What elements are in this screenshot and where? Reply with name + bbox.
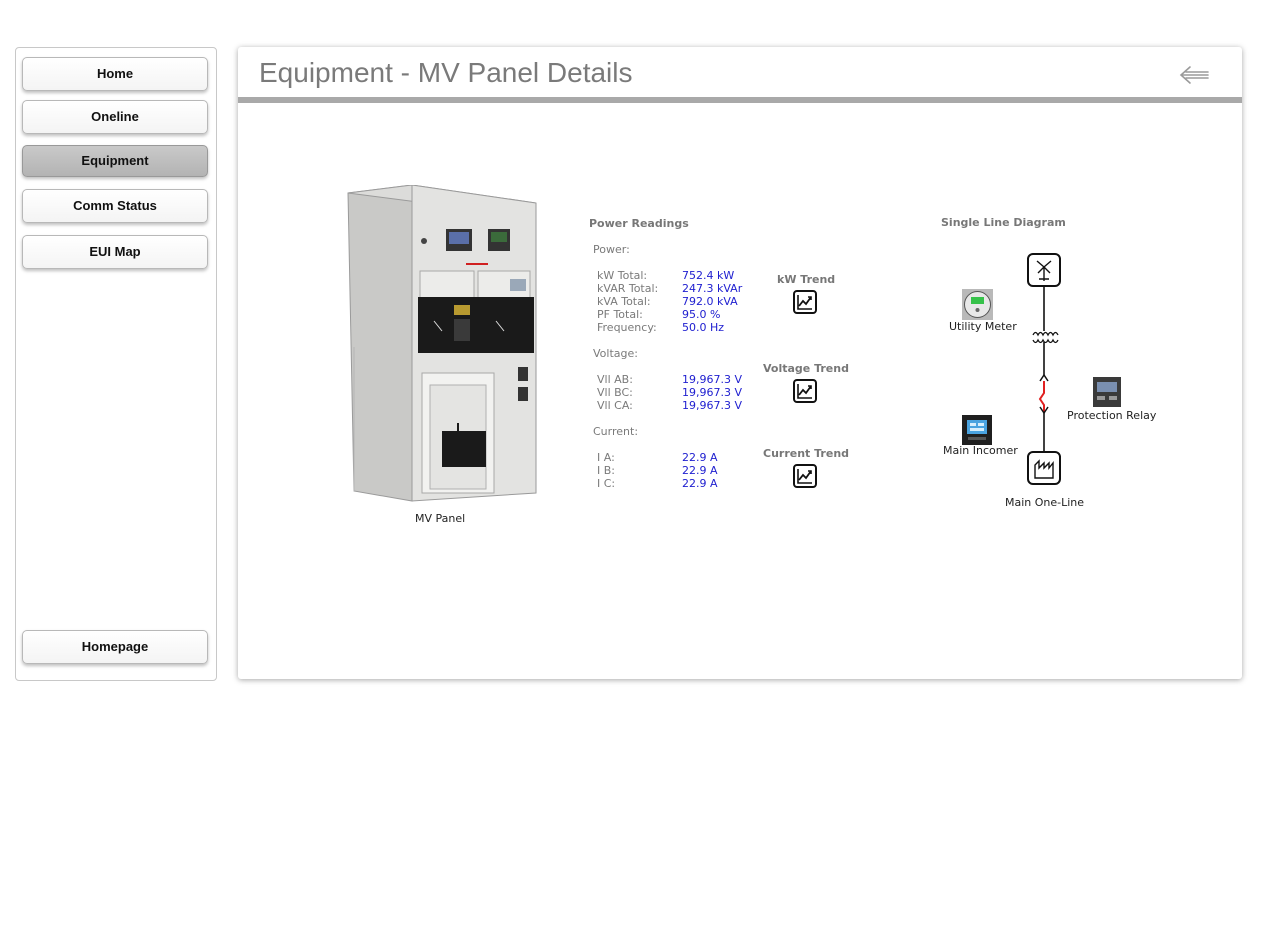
vll-ab-label: Vll AB:: [597, 373, 633, 386]
main-incomer-label: Main Incomer: [943, 444, 1018, 457]
current-a-value: 22.9 A: [682, 451, 718, 464]
kvar-total-label: kVAR Total:: [597, 282, 659, 295]
frequency-value: 50.0 Hz: [682, 321, 725, 334]
voltage-heading: Voltage:: [593, 347, 638, 360]
mv-panel-image[interactable]: [346, 184, 538, 503]
sidebar-nav: Home Oneline Equipment Comm Status EUI M…: [15, 47, 217, 681]
kw-trend-chart-icon[interactable]: [793, 290, 817, 314]
single-line-diagram: [1008, 247, 1082, 491]
utility-meter-label: Utility Meter: [949, 320, 1017, 333]
voltage-trend-label: Voltage Trend: [763, 362, 849, 375]
current-b-label: I B:: [597, 464, 615, 477]
title-divider: [238, 97, 1242, 103]
utility-meter-icon[interactable]: [962, 289, 993, 320]
current-trend-chart-icon[interactable]: [793, 464, 817, 488]
main-one-line-label[interactable]: Main One-Line: [1005, 496, 1084, 509]
kw-trend-label: kW Trend: [777, 273, 836, 286]
page-title: Equipment - MV Panel Details: [259, 57, 633, 88]
vll-ca-value: 19,967.3 V: [682, 399, 743, 412]
power-readings-title: Power Readings: [589, 217, 689, 230]
nav-comm-status-button[interactable]: Comm Status: [22, 189, 208, 223]
current-c-value: 22.9 A: [682, 477, 718, 490]
main-incomer-icon[interactable]: [962, 415, 992, 445]
nav-home-button[interactable]: Home: [22, 57, 208, 91]
current-heading: Current:: [593, 425, 639, 438]
kw-total-label: kW Total:: [597, 269, 648, 282]
protection-relay-label: Protection Relay: [1067, 409, 1157, 422]
nav-equipment-button[interactable]: Equipment: [22, 145, 208, 177]
current-trend-label: Current Trend: [763, 447, 850, 460]
vll-ab-value: 19,967.3 V: [682, 373, 743, 386]
back-arrow-icon[interactable]: [1178, 63, 1212, 87]
kva-total-value: 792.0 kVA: [682, 295, 738, 308]
frequency-label: Frequency:: [597, 321, 657, 334]
single-line-diagram-title: Single Line Diagram: [941, 216, 1066, 229]
kva-total-label: kVA Total:: [597, 295, 651, 308]
vll-ca-label: Vll CA:: [597, 399, 633, 412]
vll-bc-label: Vll BC:: [597, 386, 633, 399]
voltage-trend-chart-icon[interactable]: [793, 379, 817, 403]
current-a-label: I A:: [597, 451, 615, 464]
current-c-label: I C:: [597, 477, 616, 490]
power-heading: Power:: [593, 243, 630, 256]
pf-total-value: 95.0 %: [682, 308, 721, 321]
kw-total-value: 752.4 kW: [682, 269, 735, 282]
kvar-total-value: 247.3 kVAr: [682, 282, 743, 295]
mv-panel-caption: MV Panel: [415, 512, 466, 525]
vll-bc-value: 19,967.3 V: [682, 386, 743, 399]
nav-homepage-button[interactable]: Homepage: [22, 630, 208, 664]
protection-relay-icon[interactable]: [1093, 377, 1121, 407]
nav-oneline-button[interactable]: Oneline: [22, 100, 208, 134]
pf-total-label: PF Total:: [597, 308, 643, 321]
main-panel: Equipment - MV Panel Details MV Panel Po…: [238, 47, 1242, 679]
nav-eui-map-button[interactable]: EUI Map: [22, 235, 208, 269]
current-b-value: 22.9 A: [682, 464, 718, 477]
